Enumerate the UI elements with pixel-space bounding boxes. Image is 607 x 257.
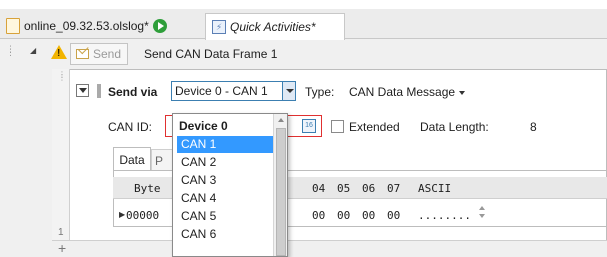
dropdown-item-can2[interactable]: CAN 2	[177, 154, 273, 171]
spin-down-icon[interactable]	[479, 214, 485, 218]
extended-label: Extended	[349, 120, 400, 134]
tab-olslog[interactable]: online_09.32.53.olslog*	[0, 13, 200, 39]
type-label: Type:	[305, 85, 335, 99]
cell-ascii: ........	[418, 209, 471, 222]
type-select[interactable]: CAN Data Message	[349, 85, 466, 99]
column-header-06: 06	[362, 182, 376, 195]
dropdown-item-can1[interactable]: CAN 1	[177, 136, 273, 153]
extended-checkbox[interactable]	[331, 120, 344, 133]
window-top-strip	[0, 0, 607, 9]
row-pointer-icon: ▶	[119, 210, 126, 219]
activity-title: Send CAN Data Frame 1	[144, 47, 278, 61]
warning-mark: !	[57, 48, 61, 59]
send-via-label: Send via	[108, 85, 158, 99]
can-id-label: CAN ID:	[108, 120, 153, 134]
column-header-04: 04	[312, 182, 326, 195]
section-marker	[97, 84, 101, 98]
quick-activities-icon: ⚡	[212, 20, 226, 34]
data-length-value[interactable]: 8	[530, 120, 537, 134]
cell-byte-06[interactable]: 00	[362, 209, 375, 222]
dropdown-item-can4[interactable]: CAN 4	[177, 190, 273, 207]
expand-triangle-icon[interactable]: ◢	[30, 46, 36, 55]
row-number: 1	[58, 227, 64, 238]
send-button[interactable]: Send	[70, 43, 128, 65]
scroll-up-icon[interactable]	[278, 118, 284, 122]
dropdown-item-can3[interactable]: CAN 3	[177, 172, 273, 189]
send-button-label: Send	[93, 47, 122, 61]
add-row-plus-icon[interactable]: +	[58, 240, 66, 256]
device-select-value: Device 0 - CAN 1	[175, 84, 268, 98]
tab-data-label: Data	[119, 152, 145, 167]
column-header-ascii: ASCII	[418, 182, 452, 195]
tab-quick-activities[interactable]: ⚡ Quick Activities*	[205, 13, 345, 40]
cell-byte-07[interactable]: 00	[387, 209, 400, 222]
device-select[interactable]: Device 0 - CAN 1	[171, 81, 296, 101]
play-icon[interactable]	[152, 19, 167, 33]
column-header-05: 05	[337, 182, 351, 195]
document-tab-bar: online_09.32.53.olslog* ⚡ Quick Activiti…	[0, 9, 607, 40]
cell-byte-04[interactable]: 00	[312, 209, 325, 222]
tab-p-label: P	[155, 153, 164, 168]
type-select-value: CAN Data Message	[349, 85, 456, 99]
dropdown-group-header: Device 0	[179, 119, 228, 133]
tab-olslog-label: online_09.32.53.olslog*	[24, 19, 149, 33]
column-header-07: 07	[387, 182, 401, 195]
dropdown-item-can5[interactable]: CAN 5	[177, 208, 273, 225]
data-length-label: Data Length:	[420, 120, 489, 134]
envelope-icon	[76, 49, 89, 59]
cell-byte-05[interactable]: 00	[337, 209, 350, 222]
drag-grip-icon[interactable]: ⋮ ⋮	[6, 45, 15, 57]
byte-column-header: Byte	[134, 182, 161, 195]
scroll-thumb[interactable]	[276, 128, 286, 256]
hex-format-icon[interactable]: 16	[302, 119, 316, 133]
device-dropdown-list: Device 0 CAN 1 CAN 2 CAN 3 CAN 4 CAN 5 C…	[172, 113, 288, 257]
spin-up-icon[interactable]	[479, 206, 485, 210]
chevron-down-icon	[459, 90, 466, 95]
device-select-arrow-icon[interactable]	[282, 82, 295, 100]
row-header-strip	[52, 69, 70, 243]
tab-data[interactable]: Data	[113, 147, 151, 171]
collapse-toggle[interactable]	[76, 84, 89, 97]
tab-quick-activities-label: Quick Activities*	[230, 20, 316, 34]
log-file-icon	[6, 18, 20, 34]
row-address: 00000	[126, 209, 160, 222]
dropdown-item-can6[interactable]: CAN 6	[177, 226, 273, 243]
add-row-strip	[52, 240, 607, 257]
dropdown-scrollbar[interactable]	[273, 114, 287, 256]
row-grip-icon[interactable]: ⋮ ⋮	[58, 71, 66, 82]
